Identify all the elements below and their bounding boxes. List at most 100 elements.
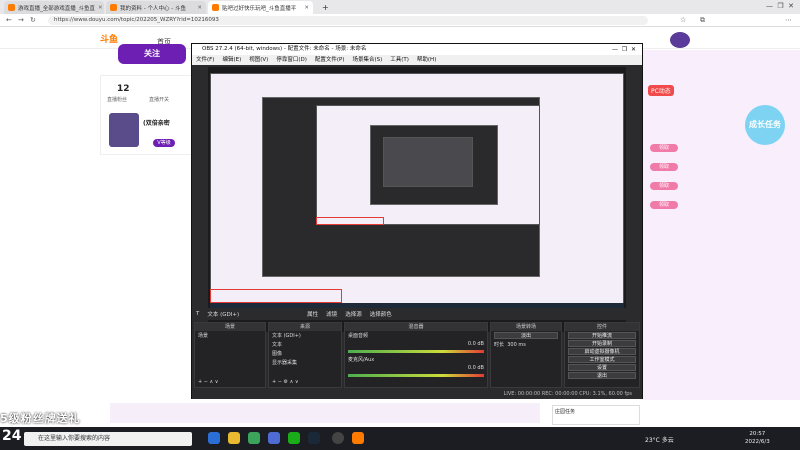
level-button[interactable]: V等级 (153, 139, 175, 147)
obs-window: OBS 27.2.4 (64-bit, windows) - 配置文件: 未命名… (191, 43, 643, 399)
new-tab-button[interactable]: + (318, 1, 330, 14)
streamer-name: (双倍亲密 (143, 120, 170, 127)
wechat-icon[interactable] (288, 432, 300, 444)
douyu-favicon-icon (212, 4, 219, 11)
forward-icon[interactable]: → (18, 16, 24, 25)
site-logo[interactable]: 斗鱼 (100, 32, 118, 45)
dock-header: 混音器 (345, 323, 487, 331)
selection-box[interactable] (316, 217, 384, 225)
claim-button[interactable]: 领取 (650, 182, 678, 190)
controls-dock: 控件 开始推流 开始录制 启动虚拟摄像机 工作室模式 设置 退出 (564, 322, 640, 388)
douyu-favicon-icon (8, 4, 15, 11)
window-controls[interactable]: — ❐ ✕ (612, 44, 636, 55)
system-clock[interactable]: 20:57 2022/6/3 (745, 430, 770, 446)
dock-header: 控件 (565, 323, 639, 331)
dock-actions[interactable]: + − ⚙ ∧ ∨ (269, 378, 302, 386)
task-badge[interactable]: 成长任务 (745, 105, 785, 145)
volume-meter[interactable] (348, 374, 484, 377)
menu-edit[interactable]: 编辑(E) (222, 55, 241, 65)
more-icon[interactable]: ⋯ (785, 16, 792, 25)
browser-tab-1[interactable]: 游戏直播_全部游戏直播_斗鱼直 ✕ (4, 1, 104, 14)
obs-menubar: 文件(F) 编辑(E) 视图(V) 停靠窗口(D) 配置文件(P) 场景集合(S… (192, 55, 642, 65)
dock-actions[interactable]: + − ∧ ∨ (195, 378, 221, 386)
filters-button[interactable]: 滤镜 (326, 310, 337, 318)
obs-titlebar: OBS 27.2.4 (64-bit, windows) - 配置文件: 未命名… (192, 44, 642, 55)
follow-button[interactable]: 关注 (118, 44, 186, 64)
avatar[interactable] (670, 32, 690, 48)
volume-meter[interactable] (348, 350, 484, 353)
mixer-db: 0.0 dB (467, 365, 484, 371)
close-icon[interactable]: ✕ (95, 5, 103, 11)
menu-scene-collection[interactable]: 场景集合(S) (352, 55, 382, 65)
close-icon[interactable]: ✕ (301, 5, 309, 11)
url-field[interactable]: https://www.douyu.com/topic/202205_WZRY?… (48, 16, 648, 25)
steam-icon[interactable] (308, 432, 320, 444)
dock-header: 来源 (269, 323, 341, 331)
menu-view[interactable]: 视图(V) (249, 55, 268, 65)
claim-button[interactable]: 领取 (650, 201, 678, 209)
event-popup[interactable]: 庄园任务 (552, 405, 640, 425)
window-controls[interactable]: — ❐ ✕ (766, 2, 794, 10)
scenes-dock: 场景 场景 + − ∧ ∨ (194, 322, 266, 388)
duration-field[interactable]: 300 ms (507, 342, 526, 348)
exit-button[interactable]: 退出 (568, 372, 636, 379)
gift-bar (110, 403, 540, 423)
transition-select[interactable]: 淡出 (494, 332, 558, 339)
transitions-dock: 场景转场 淡出 时长 300 ms (490, 322, 562, 388)
favorites-icon[interactable]: ☆ (680, 16, 686, 25)
dock-header: 场景转场 (491, 323, 561, 331)
menu-tools[interactable]: 工具(T) (390, 55, 409, 65)
menu-help[interactable]: 帮助(H) (417, 55, 436, 65)
source-item[interactable]: 显示器采集 (269, 358, 341, 367)
mixer-channel-name: 桌面音频 (348, 333, 369, 339)
taskbar-search-input[interactable]: 在这里输入你要搜索的内容 (24, 432, 192, 446)
selection-box[interactable] (210, 289, 342, 303)
edge-icon[interactable] (208, 432, 220, 444)
clock-date: 2022/6/3 (745, 439, 770, 445)
close-icon[interactable]: ✕ (194, 5, 202, 11)
right-panel: PC动态 成长任务 领取 领取 领取 领取 (640, 50, 800, 400)
back-icon[interactable]: ← (6, 16, 12, 25)
selected-source-label: 文本 (GDI+) (207, 312, 240, 318)
refresh-icon[interactable]: ↻ (30, 16, 36, 25)
nested-preview (383, 137, 473, 187)
select-color-button[interactable]: 选择颜色 (370, 310, 392, 318)
obs-icon[interactable] (332, 432, 344, 444)
file-explorer-icon[interactable] (228, 432, 240, 444)
stat-label: 直播粉丝 (107, 97, 128, 103)
tab-label: 贴吧过好快乐玩吧_斗鱼直播平 (222, 5, 297, 12)
properties-button[interactable]: 属性 (307, 310, 318, 318)
source-item[interactable]: 图像 (269, 349, 341, 358)
pc-badge: PC动态 (648, 85, 674, 96)
start-streaming-button[interactable]: 开始推流 (568, 332, 636, 339)
claim-button[interactable]: 领取 (650, 163, 678, 171)
menu-docks[interactable]: 停靠窗口(D) (276, 55, 307, 65)
weather-widget[interactable]: 23°C 多云 (645, 435, 674, 444)
streamer-card: 12 直播粉丝 直播开关 (双倍亲密 V等级 (100, 75, 192, 155)
browser-tab-2[interactable]: 我的资料 - 个人中心 - 斗鱼 ✕ (106, 1, 206, 14)
virtual-camera-button[interactable]: 启动虚拟摄像机 (568, 348, 636, 355)
browser-tab-3[interactable]: 贴吧过好快乐玩吧_斗鱼直播平 ✕ (208, 1, 313, 14)
tab-label: 我的资料 - 个人中心 - 斗鱼 (120, 5, 186, 12)
source-item[interactable]: 文本 (GDI+) (269, 331, 341, 340)
menu-file[interactable]: 文件(F) (196, 55, 214, 65)
source-item[interactable]: 文本 (269, 340, 341, 349)
scene-item[interactable]: 场景 (195, 331, 265, 340)
obs-title-text: OBS 27.2.4 (64-bit, windows) - 配置文件: 未命名… (202, 46, 367, 52)
clock-time: 20:57 (749, 431, 766, 437)
collections-icon[interactable]: ⧉ (700, 16, 705, 25)
douyu-icon[interactable] (352, 432, 364, 444)
settings-button[interactable]: 设置 (568, 364, 636, 371)
streamer-avatar[interactable] (109, 113, 139, 147)
app-icon[interactable] (268, 432, 280, 444)
menu-profile[interactable]: 配置文件(P) (315, 55, 345, 65)
chrome-icon[interactable] (248, 432, 260, 444)
select-source-button[interactable]: 选择源 (345, 310, 362, 318)
obs-preview[interactable] (208, 67, 626, 332)
studio-mode-button[interactable]: 工作室模式 (568, 356, 636, 363)
douyu-favicon-icon (110, 4, 117, 11)
mixer-channel-name: 麦克风/Aux (348, 357, 375, 363)
text-source-icon: T (196, 311, 200, 317)
claim-button[interactable]: 领取 (650, 144, 678, 152)
start-recording-button[interactable]: 开始录制 (568, 340, 636, 347)
